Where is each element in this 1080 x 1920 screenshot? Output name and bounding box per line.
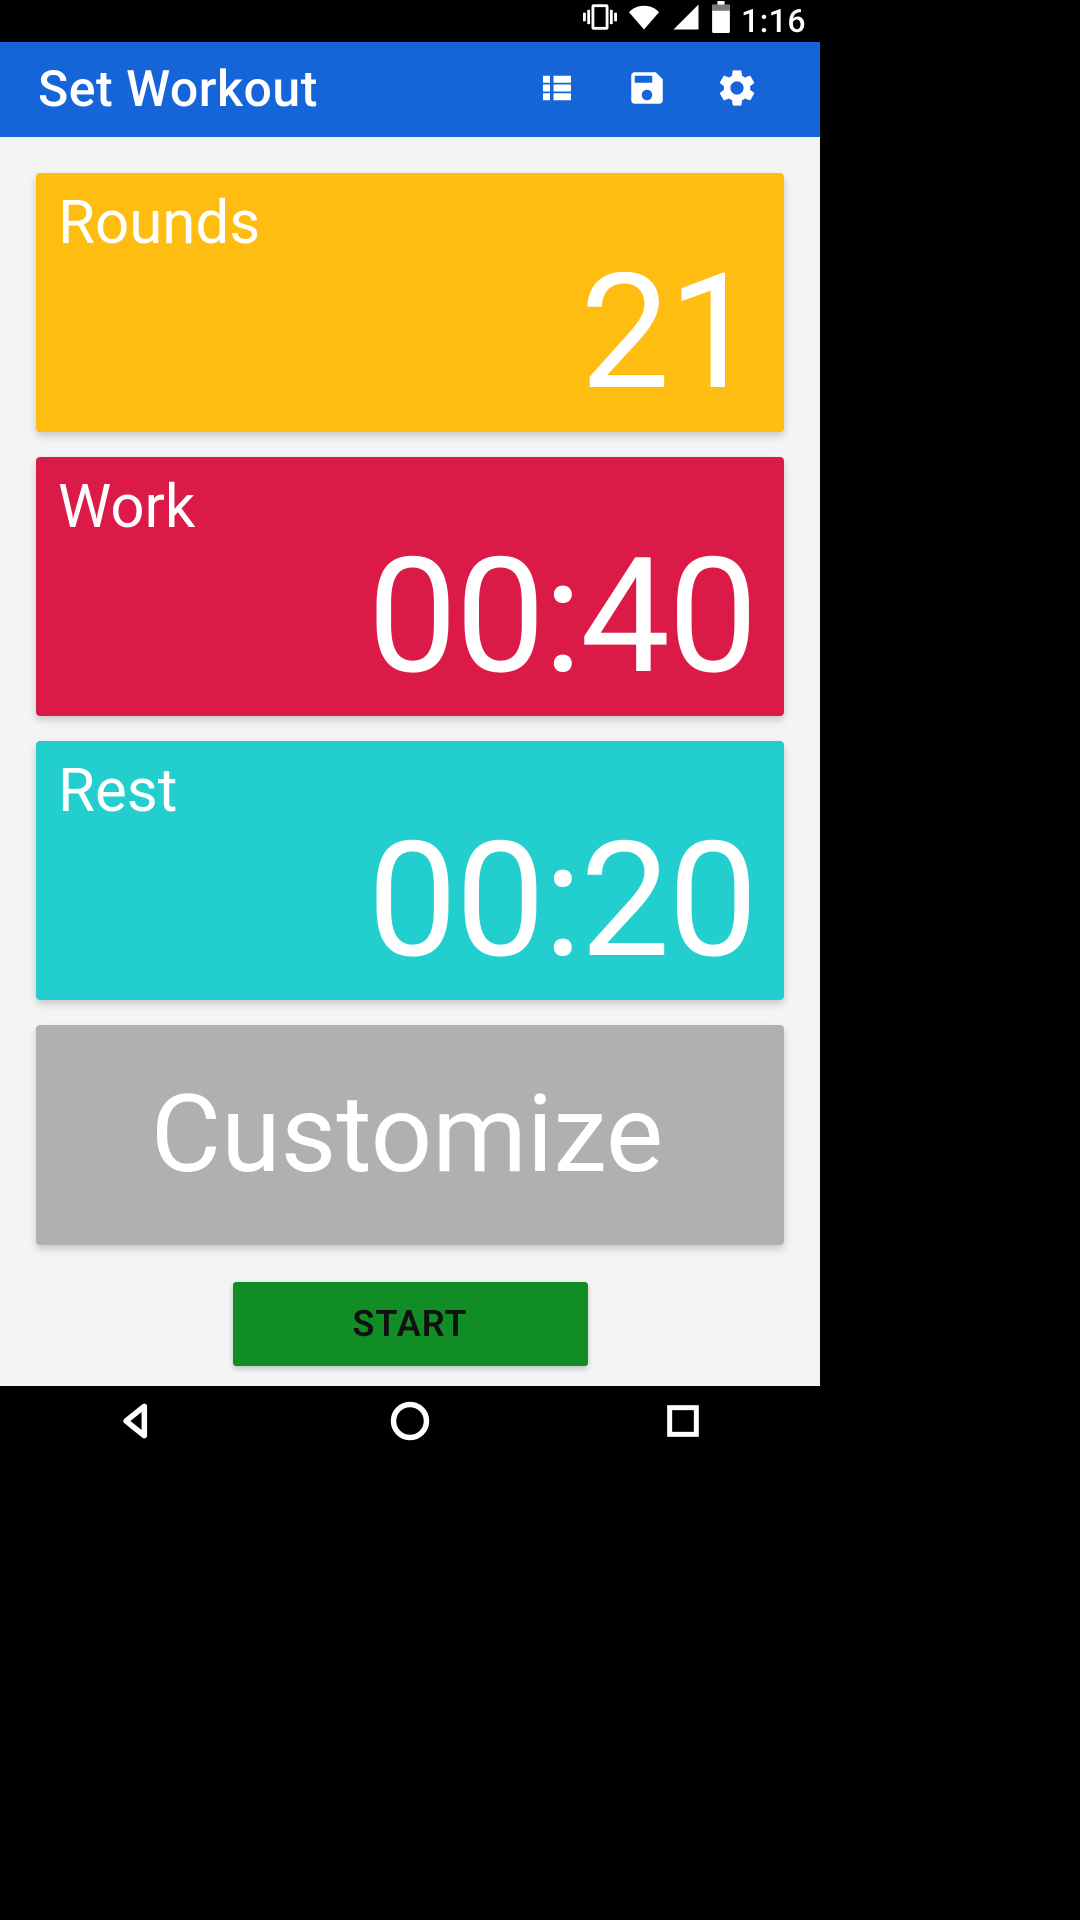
recent-icon xyxy=(663,1401,703,1445)
list-icon xyxy=(536,67,578,113)
back-button[interactable] xyxy=(0,1386,273,1459)
content-area: Rounds 21 Work 00:40 Rest 00:20 Customiz… xyxy=(0,137,820,1386)
battery-icon xyxy=(711,1,731,41)
start-wrap: START xyxy=(36,1270,784,1366)
app-bar: Set Workout xyxy=(0,42,820,137)
save-button[interactable] xyxy=(602,42,692,137)
rounds-card[interactable]: Rounds 21 xyxy=(36,173,784,432)
recent-button[interactable] xyxy=(547,1386,820,1459)
start-label: START xyxy=(352,1303,467,1345)
back-icon xyxy=(115,1399,159,1447)
navigation-bar xyxy=(0,1386,820,1459)
rest-value: 00:20 xyxy=(58,822,756,982)
work-card[interactable]: Work 00:40 xyxy=(36,457,784,716)
settings-button[interactable] xyxy=(692,42,782,137)
home-icon xyxy=(388,1399,432,1447)
list-button[interactable] xyxy=(512,42,602,137)
save-icon xyxy=(626,67,668,113)
status-clock: 1:16 xyxy=(741,2,806,40)
customize-card[interactable]: Customize xyxy=(36,1025,784,1245)
work-value: 00:40 xyxy=(58,538,756,698)
wifi-icon xyxy=(627,2,661,40)
vibrate-icon xyxy=(583,0,617,42)
customize-label: Customize xyxy=(151,1072,663,1198)
home-button[interactable] xyxy=(273,1386,546,1459)
gear-icon xyxy=(715,66,759,114)
start-button[interactable]: START xyxy=(233,1282,588,1366)
rounds-value: 21 xyxy=(58,254,756,414)
rest-card[interactable]: Rest 00:20 xyxy=(36,741,784,1000)
status-bar: 1:16 xyxy=(0,0,820,42)
signal-icon xyxy=(671,2,701,40)
page-title: Set Workout xyxy=(38,61,512,119)
